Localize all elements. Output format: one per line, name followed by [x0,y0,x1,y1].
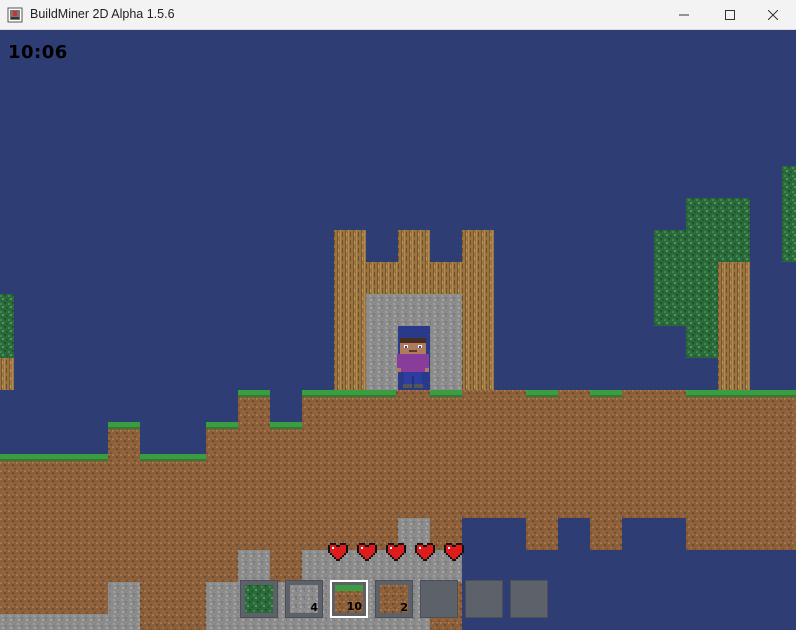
health-bar [328,541,473,561]
stone-block [108,582,140,630]
grass-shade [238,395,270,397]
item-count: 4 [310,601,318,614]
stone-block [238,550,270,582]
title-bar[interactable]: BuildMiner 2D Alpha 1.5.6 [0,0,796,30]
grass-top [526,390,558,395]
dirt-stalactite [526,518,558,550]
close-icon [768,10,778,20]
tree-leaves [686,262,718,358]
hotbar-slot[interactable] [240,580,278,618]
game-window: BuildMiner 2D Alpha 1.5.6 10:06 4 10 2 [0,0,796,630]
tree-leaves [0,294,14,358]
hotbar-slot[interactable]: 4 [285,580,323,618]
game-clock: 10:06 [8,42,68,63]
hotbar-slot[interactable] [510,580,548,618]
dirt-overhang [686,518,796,550]
stone-arch [366,294,462,326]
minimize-button[interactable] [661,0,707,30]
grass-top [108,422,140,427]
heart-icon [415,543,435,561]
grass-top [140,454,206,459]
stone-wall [430,326,462,390]
grass-top [302,390,396,395]
hotbar-slot[interactable] [420,580,458,618]
heart-icon [357,543,377,561]
grass-shade [270,427,302,429]
minimize-icon [679,14,689,16]
app-icon [7,7,23,23]
tree-trunk [0,358,14,390]
heart-icon [328,543,348,561]
world-canvas[interactable] [0,30,796,630]
stone-layer [0,614,108,630]
wood-wall [366,262,462,294]
grass-top [238,390,270,395]
stone-wall [366,326,398,390]
window-title: BuildMiner 2D Alpha 1.5.6 [30,7,175,21]
grass-top [0,454,108,459]
tree-leaves [654,230,686,326]
tree-trunk [718,262,750,390]
tree-leaves [686,198,750,262]
grass-shade [686,395,796,397]
hotbar-slot[interactable] [465,580,503,618]
heart-icon [386,543,406,561]
wood-pillar [462,230,494,390]
grass-shade [430,395,462,397]
close-button[interactable] [750,0,796,30]
grass-top [590,390,622,395]
grass-top [686,390,796,395]
grass-top [206,422,238,427]
grass-top [430,390,462,395]
heart-icon [444,543,464,561]
maximize-icon [725,10,735,20]
grass-shade [526,395,558,397]
grass-shade [206,427,238,429]
wood-pillar [334,230,366,390]
grass-shade [302,395,396,397]
leaves-block-icon [245,585,273,613]
grass-top [270,422,302,427]
dirt-stalactite [590,518,622,550]
game-viewport[interactable]: 10:06 4 10 2 [0,30,796,630]
dirt-plateau [302,390,796,454]
tree-leaves [782,166,796,262]
grass-shade [0,459,108,461]
hotbar-slot[interactable]: 2 [375,580,413,618]
grass-shade [108,427,140,429]
item-count: 10 [346,600,362,613]
grass-shade [590,395,622,397]
grass-shade [140,459,206,461]
hotbar-slot[interactable]: 10 [330,580,368,618]
item-count: 2 [400,601,408,614]
maximize-button[interactable] [707,0,753,30]
